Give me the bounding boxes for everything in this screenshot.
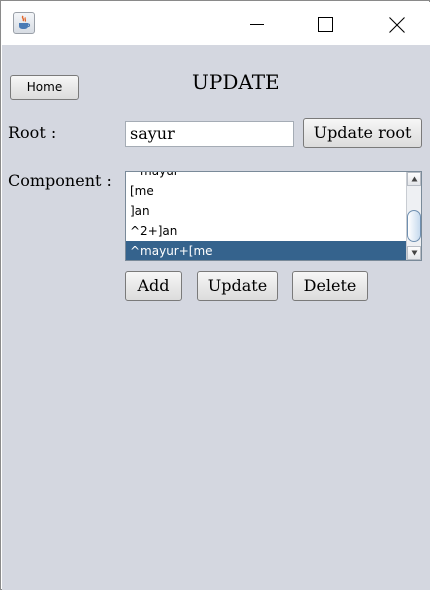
close-button[interactable] xyxy=(373,3,419,45)
root-input[interactable]: sayur xyxy=(125,121,294,147)
component-label: Component : xyxy=(8,171,112,190)
app-window: Home UPDATE Root : sayur Update root Com… xyxy=(0,0,430,590)
delete-button[interactable]: Delete xyxy=(292,271,368,301)
root-label: Root : xyxy=(8,123,57,142)
component-list[interactable]: ^mayur [me ]an ^2+]an ^mayur+[me xyxy=(125,171,422,261)
component-list-viewport: ^mayur [me ]an ^2+]an ^mayur+[me xyxy=(126,172,406,260)
component-list-items: ^mayur [me ]an ^2+]an ^mayur+[me xyxy=(126,172,406,260)
close-icon xyxy=(389,17,405,33)
scroll-up-button[interactable] xyxy=(407,172,421,186)
list-item[interactable]: [me xyxy=(126,181,406,201)
title-bar[interactable] xyxy=(2,2,430,45)
content-panel: Home UPDATE Root : sayur Update root Com… xyxy=(2,45,430,590)
arrow-up-icon xyxy=(411,176,418,182)
update-button[interactable]: Update xyxy=(197,271,278,301)
scroll-thumb[interactable] xyxy=(407,210,421,242)
add-button[interactable]: Add xyxy=(125,271,182,301)
scroll-down-button[interactable] xyxy=(407,246,421,260)
maximize-button[interactable] xyxy=(302,3,348,45)
update-root-button[interactable]: Update root xyxy=(303,118,422,148)
arrow-down-icon xyxy=(411,250,418,256)
list-item-selected[interactable]: ^mayur+[me xyxy=(126,241,406,260)
home-button[interactable]: Home xyxy=(10,75,79,100)
maximize-icon xyxy=(318,17,333,32)
list-item[interactable]: ^2+]an xyxy=(126,221,406,241)
page-title: UPDATE xyxy=(192,70,280,94)
minimize-button[interactable] xyxy=(234,3,280,45)
java-icon[interactable] xyxy=(13,12,35,34)
minimize-icon xyxy=(250,24,264,25)
list-item[interactable]: ^mayur xyxy=(126,172,406,181)
list-scrollbar[interactable] xyxy=(406,172,421,260)
list-item[interactable]: ]an xyxy=(126,201,406,221)
